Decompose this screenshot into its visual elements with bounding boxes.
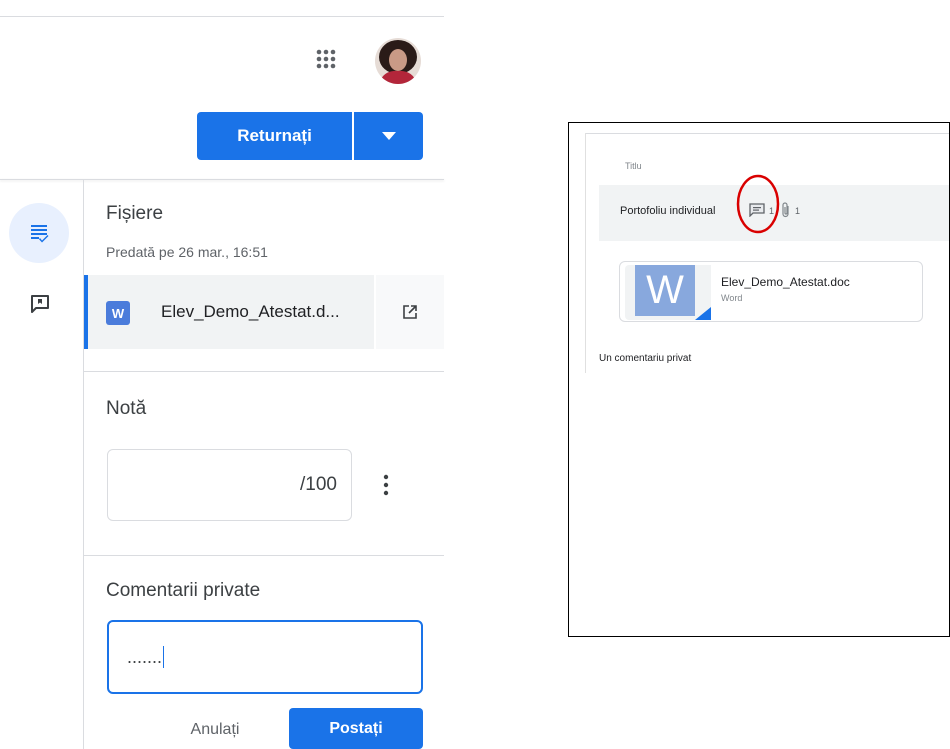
file-name[interactable]: Elev_Demo_Atestat.d... — [161, 302, 340, 322]
grade-section-title: Notă — [106, 398, 147, 419]
return-button-label: Returnați — [237, 126, 312, 145]
inset-attachment-count: 1 — [795, 206, 801, 216]
post-button[interactable]: Postați — [289, 708, 423, 749]
highlight-circle — [735, 173, 781, 235]
paperclip-icon — [781, 202, 791, 218]
more-vert-icon — [383, 474, 389, 496]
files-section-title: Fișiere — [106, 203, 164, 224]
return-button[interactable]: Returnați — [197, 112, 352, 160]
assignment-list-icon — [31, 225, 49, 243]
inset-file-name: Elev_Demo_Atestat.doc — [721, 275, 850, 289]
word-file-corner — [695, 307, 711, 320]
apps-grid-icon[interactable] — [312, 45, 340, 73]
section-divider — [84, 371, 444, 372]
grade-max: /100 — [300, 474, 337, 495]
top-divider — [0, 16, 444, 17]
text-caret — [163, 646, 165, 668]
word-file-icon: W — [106, 301, 130, 325]
private-comment-text: ....... — [127, 646, 163, 667]
rail-divider — [83, 180, 84, 749]
inset-left-divider — [585, 133, 586, 373]
private-comments-title: Comentarii private — [106, 580, 261, 601]
rail-item-private-comments[interactable] — [25, 289, 55, 319]
inset-screenshot: Titlu Portofoliu individual 1 1 W Elev_D… — [568, 122, 950, 637]
cancel-button[interactable]: Anulați — [160, 710, 270, 749]
comment-icon — [31, 295, 49, 313]
inset-file-type: Word — [721, 293, 743, 303]
open-in-new-icon — [403, 305, 417, 319]
private-comment-input[interactable]: ....... — [107, 620, 423, 694]
section-divider — [84, 555, 444, 556]
word-file-icon: W — [635, 265, 695, 316]
inset-top-divider — [586, 133, 949, 134]
rail-item-student-work[interactable] — [9, 203, 69, 263]
open-in-new-button[interactable] — [376, 275, 444, 349]
user-avatar[interactable] — [375, 38, 421, 84]
submission-timestamp: Predată pe 26 mar., 16:51 — [106, 244, 268, 260]
grade-more-button[interactable] — [374, 469, 398, 501]
caret-down-icon — [381, 132, 396, 140]
header-divider — [0, 179, 444, 180]
inset-column-label: Titlu — [625, 161, 642, 171]
inset-private-comment: Un comentariu privat — [599, 353, 692, 364]
inset-assignment-title[interactable]: Portofoliu individual — [620, 205, 715, 217]
grade-input[interactable]: /100 — [107, 449, 352, 521]
return-options-button[interactable] — [354, 112, 423, 160]
